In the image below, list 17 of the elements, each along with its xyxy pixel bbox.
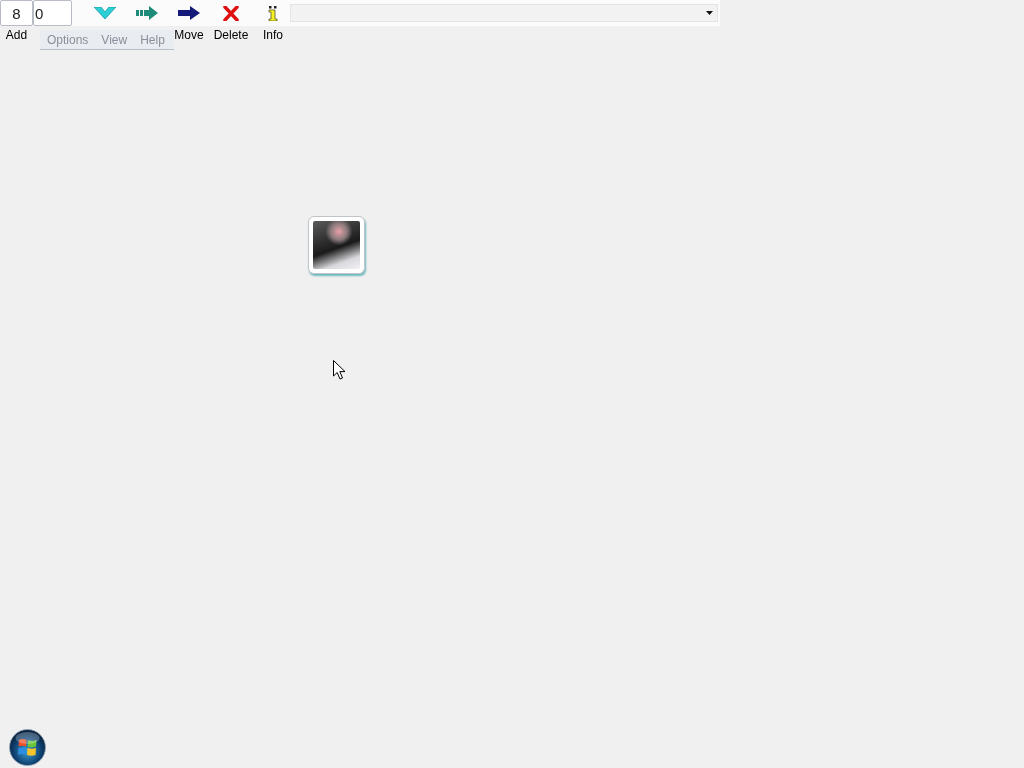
info-button[interactable]: Info xyxy=(252,0,294,42)
add-button[interactable]: Add xyxy=(5,28,28,42)
input-field[interactable]: 0 xyxy=(33,0,72,26)
cross-icon xyxy=(223,5,239,21)
mouse-pointer-icon xyxy=(333,360,346,380)
dropdown-field[interactable] xyxy=(290,4,718,22)
delete-button[interactable]: Delete xyxy=(210,0,252,42)
dropdown-caret-icon xyxy=(706,11,713,15)
input-field[interactable]: 8 xyxy=(0,0,33,26)
arrow-right-icon xyxy=(178,6,200,20)
info-icon xyxy=(268,5,278,21)
move-button[interactable]: Move xyxy=(168,0,210,42)
arrow-right-icon xyxy=(136,6,158,20)
check-icon xyxy=(94,7,116,19)
start-button[interactable] xyxy=(9,729,46,766)
four-pane-flag-icon xyxy=(9,729,46,766)
photo-placeholder[interactable] xyxy=(308,216,365,274)
